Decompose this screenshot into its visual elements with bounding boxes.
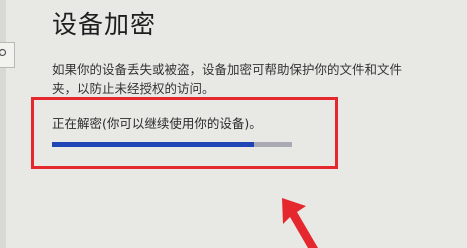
window-left-edge xyxy=(0,0,6,248)
search-icon xyxy=(0,48,7,57)
annotation-arrow-icon xyxy=(282,198,318,248)
decryption-status-text: 正在解密(你可以继续使用你的设备)。 xyxy=(52,116,262,131)
annotation-highlight-box xyxy=(31,97,338,169)
decryption-progress-fill xyxy=(52,142,254,147)
search-box[interactable] xyxy=(0,42,15,68)
decryption-progress-bar xyxy=(52,142,292,147)
encryption-description: 如果你的设备丢失或被盗，设备加密可帮助保护你的文件和文件夹，以防止未经授权的访问… xyxy=(52,62,403,96)
page-title: 设备加密 xyxy=(52,10,157,39)
